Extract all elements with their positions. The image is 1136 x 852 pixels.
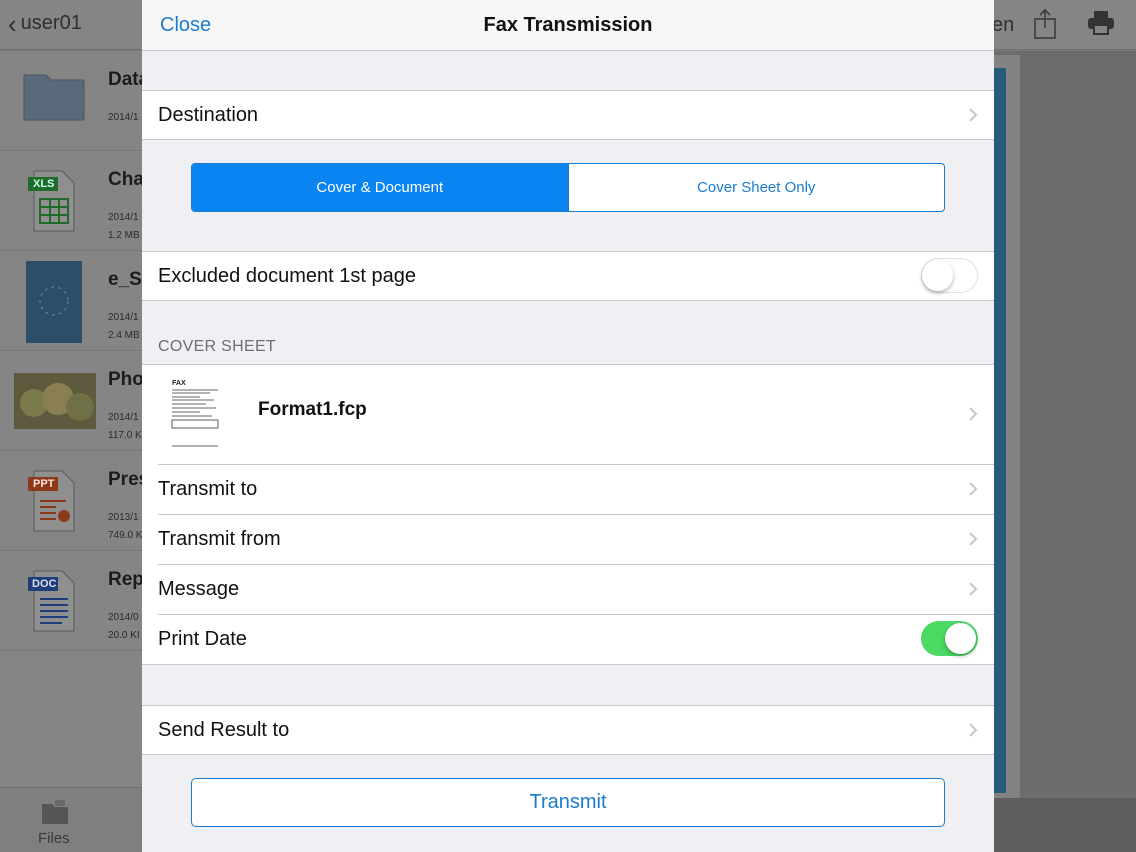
send-result-label: Send Result to xyxy=(158,719,290,741)
chevron-right-icon xyxy=(969,108,978,122)
modal-title: Fax Transmission xyxy=(483,14,653,36)
segment-cover-sheet-only[interactable]: Cover Sheet Only xyxy=(567,164,945,211)
cover-sheet-section-header: COVER SHEET xyxy=(158,338,276,355)
send-mode-segmented-control[interactable]: Cover & Document Cover Sheet Only xyxy=(191,163,945,212)
print-date-toggle[interactable] xyxy=(921,621,978,656)
print-date-label: Print Date xyxy=(158,628,247,650)
chevron-left-icon: ‹ xyxy=(8,8,17,39)
transmit-to-label: Transmit to xyxy=(158,478,258,500)
divider xyxy=(142,90,994,91)
destination-label: Destination xyxy=(158,104,259,126)
tab-files[interactable]: Files xyxy=(38,830,70,847)
transmit-button[interactable]: Transmit xyxy=(191,778,945,827)
chevron-right-icon xyxy=(969,407,978,421)
segment-cover-and-document[interactable]: Cover & Document xyxy=(192,164,568,211)
chevron-right-icon xyxy=(969,582,978,596)
files-tab-icon xyxy=(41,798,69,831)
toggle-knob xyxy=(922,260,953,291)
send-result-row[interactable]: Send Result to xyxy=(142,705,994,755)
print-date-row: Print Date xyxy=(142,614,994,664)
cover-sheet-thumbnail: FAX xyxy=(170,378,222,448)
message-row[interactable]: Message xyxy=(142,564,994,614)
divider xyxy=(158,464,994,465)
divider xyxy=(142,139,994,140)
list-item[interactable]: e_S 2014/1 2.4 MB xyxy=(0,251,142,351)
back-button[interactable]: ‹ user01 xyxy=(8,8,82,39)
destination-row[interactable]: Destination xyxy=(142,90,994,140)
transmit-to-row[interactable]: Transmit to xyxy=(142,464,994,514)
chevron-right-icon xyxy=(969,723,978,737)
excluded-first-page-label: Excluded document 1st page xyxy=(158,265,416,287)
share-icon[interactable] xyxy=(1032,8,1058,45)
chevron-right-icon xyxy=(969,532,978,546)
modal-navigation-bar: Close Fax Transmission xyxy=(142,0,994,51)
divider xyxy=(158,514,994,515)
chevron-right-icon xyxy=(969,482,978,496)
divider xyxy=(142,251,994,252)
photo-thumbnail xyxy=(14,373,96,434)
pdf-thumbnail xyxy=(26,261,82,348)
ppt-file-icon: PPT xyxy=(22,469,82,538)
open-button-partial[interactable]: en xyxy=(992,14,1014,37)
print-icon[interactable] xyxy=(1087,10,1115,41)
list-item[interactable]: DOC Rep 2014/0 20.0 KI xyxy=(0,551,144,651)
divider xyxy=(142,705,994,706)
divider xyxy=(142,364,994,365)
back-label: user01 xyxy=(20,12,82,34)
doc-file-icon: DOC xyxy=(22,569,82,638)
divider xyxy=(158,564,994,565)
divider xyxy=(142,664,994,665)
cover-format-row[interactable]: FAX Format1.fcp xyxy=(142,364,994,464)
divider xyxy=(142,754,994,755)
svg-text:FAX: FAX xyxy=(172,380,186,387)
file-list: Data 2014/1 XLS Cha 2014/1 1.2 MB e_S 201… xyxy=(0,51,149,787)
fax-transmission-modal: Close Fax Transmission Destination Cover… xyxy=(142,0,994,852)
transmit-from-row[interactable]: Transmit from xyxy=(142,514,994,564)
list-item[interactable]: XLS Cha 2014/1 1.2 MB xyxy=(0,151,144,251)
list-item[interactable]: PPT Pres 2013/1 749.0 K xyxy=(0,451,149,551)
excluded-first-page-row: Excluded document 1st page xyxy=(142,251,994,301)
list-item[interactable]: Pho 2014/1 117.0 K xyxy=(0,351,144,451)
message-label: Message xyxy=(158,578,240,600)
transmit-from-label: Transmit from xyxy=(158,528,281,550)
xls-file-icon: XLS xyxy=(22,169,82,238)
cover-format-name: Format1.fcp xyxy=(258,399,367,420)
folder-icon xyxy=(22,69,86,126)
toggle-knob xyxy=(945,623,976,654)
divider xyxy=(142,300,994,301)
divider xyxy=(158,614,994,615)
document-page-edge xyxy=(994,68,1006,793)
list-item[interactable]: Data 2014/1 xyxy=(0,51,149,151)
preview-bottom-bar xyxy=(994,798,1136,852)
excluded-first-page-toggle[interactable] xyxy=(921,258,978,293)
tab-bar: Files xyxy=(0,787,142,852)
